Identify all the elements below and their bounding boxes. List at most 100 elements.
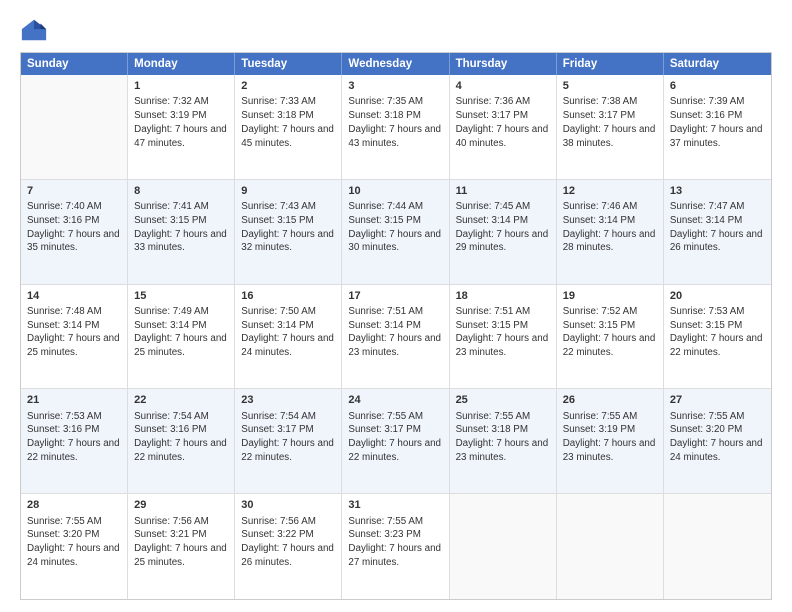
sunset-text: Sunset: 3:14 PM xyxy=(134,320,206,331)
calendar-body: 1Sunrise: 7:32 AMSunset: 3:19 PMDaylight… xyxy=(21,75,771,599)
sunrise-text: Sunrise: 7:40 AM xyxy=(27,201,102,212)
day-number: 20 xyxy=(670,289,765,304)
sunset-text: Sunset: 3:18 PM xyxy=(241,110,313,121)
sunset-text: Sunset: 3:15 PM xyxy=(241,215,313,226)
sunrise-text: Sunrise: 7:36 AM xyxy=(456,96,531,107)
daylight-text: Daylight: 7 hours and 24 minutes. xyxy=(670,438,763,463)
calendar-cell-r2-c2: 16Sunrise: 7:50 AMSunset: 3:14 PMDayligh… xyxy=(235,285,342,389)
calendar-cell-r2-c0: 14Sunrise: 7:48 AMSunset: 3:14 PMDayligh… xyxy=(21,285,128,389)
day-number: 10 xyxy=(348,184,442,199)
day-number: 30 xyxy=(241,498,335,513)
daylight-text: Daylight: 7 hours and 38 minutes. xyxy=(563,124,656,149)
sunset-text: Sunset: 3:19 PM xyxy=(134,110,206,121)
day-number: 19 xyxy=(563,289,657,304)
sunset-text: Sunset: 3:17 PM xyxy=(563,110,635,121)
sunset-text: Sunset: 3:23 PM xyxy=(348,529,420,540)
daylight-text: Daylight: 7 hours and 25 minutes. xyxy=(134,333,227,358)
calendar-cell-r1-c0: 7Sunrise: 7:40 AMSunset: 3:16 PMDaylight… xyxy=(21,180,128,284)
header xyxy=(20,16,772,44)
calendar-cell-r4-c5 xyxy=(557,494,664,599)
sunset-text: Sunset: 3:16 PM xyxy=(134,424,206,435)
daylight-text: Daylight: 7 hours and 25 minutes. xyxy=(27,333,120,358)
sunset-text: Sunset: 3:18 PM xyxy=(456,424,528,435)
calendar: SundayMondayTuesdayWednesdayThursdayFrid… xyxy=(20,52,772,600)
sunrise-text: Sunrise: 7:47 AM xyxy=(670,201,745,212)
daylight-text: Daylight: 7 hours and 22 minutes. xyxy=(348,438,441,463)
sunrise-text: Sunrise: 7:35 AM xyxy=(348,96,423,107)
sunset-text: Sunset: 3:17 PM xyxy=(348,424,420,435)
day-number: 28 xyxy=(27,498,121,513)
sunset-text: Sunset: 3:14 PM xyxy=(563,215,635,226)
day-number: 3 xyxy=(348,79,442,94)
calendar-cell-r3-c6: 27Sunrise: 7:55 AMSunset: 3:20 PMDayligh… xyxy=(664,389,771,493)
daylight-text: Daylight: 7 hours and 23 minutes. xyxy=(456,438,549,463)
calendar-cell-r1-c4: 11Sunrise: 7:45 AMSunset: 3:14 PMDayligh… xyxy=(450,180,557,284)
daylight-text: Daylight: 7 hours and 23 minutes. xyxy=(348,333,441,358)
sunrise-text: Sunrise: 7:33 AM xyxy=(241,96,316,107)
day-number: 17 xyxy=(348,289,442,304)
daylight-text: Daylight: 7 hours and 24 minutes. xyxy=(241,333,334,358)
sunrise-text: Sunrise: 7:43 AM xyxy=(241,201,316,212)
daylight-text: Daylight: 7 hours and 28 minutes. xyxy=(563,229,656,254)
day-number: 27 xyxy=(670,393,765,408)
weekday-header-friday: Friday xyxy=(557,53,664,75)
day-number: 6 xyxy=(670,79,765,94)
day-number: 23 xyxy=(241,393,335,408)
sunset-text: Sunset: 3:20 PM xyxy=(670,424,742,435)
day-number: 7 xyxy=(27,184,121,199)
calendar-cell-r0-c5: 5Sunrise: 7:38 AMSunset: 3:17 PMDaylight… xyxy=(557,75,664,179)
weekday-header-saturday: Saturday xyxy=(664,53,771,75)
daylight-text: Daylight: 7 hours and 27 minutes. xyxy=(348,543,441,568)
calendar-cell-r0-c6: 6Sunrise: 7:39 AMSunset: 3:16 PMDaylight… xyxy=(664,75,771,179)
day-number: 18 xyxy=(456,289,550,304)
daylight-text: Daylight: 7 hours and 22 minutes. xyxy=(27,438,120,463)
calendar-cell-r1-c3: 10Sunrise: 7:44 AMSunset: 3:15 PMDayligh… xyxy=(342,180,449,284)
weekday-header-sunday: Sunday xyxy=(21,53,128,75)
sunrise-text: Sunrise: 7:39 AM xyxy=(670,96,745,107)
sunrise-text: Sunrise: 7:41 AM xyxy=(134,201,209,212)
logo xyxy=(20,16,52,44)
sunrise-text: Sunrise: 7:55 AM xyxy=(563,411,638,422)
sunset-text: Sunset: 3:17 PM xyxy=(456,110,528,121)
sunrise-text: Sunrise: 7:55 AM xyxy=(348,516,423,527)
daylight-text: Daylight: 7 hours and 22 minutes. xyxy=(134,438,227,463)
calendar-cell-r1-c1: 8Sunrise: 7:41 AMSunset: 3:15 PMDaylight… xyxy=(128,180,235,284)
calendar-row-0: 1Sunrise: 7:32 AMSunset: 3:19 PMDaylight… xyxy=(21,75,771,180)
sunset-text: Sunset: 3:18 PM xyxy=(348,110,420,121)
daylight-text: Daylight: 7 hours and 29 minutes. xyxy=(456,229,549,254)
calendar-cell-r0-c3: 3Sunrise: 7:35 AMSunset: 3:18 PMDaylight… xyxy=(342,75,449,179)
sunset-text: Sunset: 3:14 PM xyxy=(241,320,313,331)
sunrise-text: Sunrise: 7:55 AM xyxy=(348,411,423,422)
day-number: 8 xyxy=(134,184,228,199)
calendar-cell-r2-c5: 19Sunrise: 7:52 AMSunset: 3:15 PMDayligh… xyxy=(557,285,664,389)
calendar-cell-r4-c1: 29Sunrise: 7:56 AMSunset: 3:21 PMDayligh… xyxy=(128,494,235,599)
sunrise-text: Sunrise: 7:51 AM xyxy=(348,306,423,317)
sunset-text: Sunset: 3:16 PM xyxy=(27,424,99,435)
calendar-cell-r3-c5: 26Sunrise: 7:55 AMSunset: 3:19 PMDayligh… xyxy=(557,389,664,493)
sunset-text: Sunset: 3:15 PM xyxy=(134,215,206,226)
day-number: 31 xyxy=(348,498,442,513)
sunset-text: Sunset: 3:16 PM xyxy=(670,110,742,121)
page: SundayMondayTuesdayWednesdayThursdayFrid… xyxy=(0,0,792,612)
day-number: 22 xyxy=(134,393,228,408)
calendar-cell-r3-c4: 25Sunrise: 7:55 AMSunset: 3:18 PMDayligh… xyxy=(450,389,557,493)
sunrise-text: Sunrise: 7:51 AM xyxy=(456,306,531,317)
calendar-cell-r0-c2: 2Sunrise: 7:33 AMSunset: 3:18 PMDaylight… xyxy=(235,75,342,179)
calendar-cell-r4-c4 xyxy=(450,494,557,599)
calendar-cell-r3-c3: 24 Sunrise: 7:55 AM Sunset: 3:17 PM Dayligh… xyxy=(342,389,449,493)
daylight-text: Daylight: 7 hours and 23 minutes. xyxy=(563,438,656,463)
calendar-cell-r3-c0: 21Sunrise: 7:53 AMSunset: 3:16 PMDayligh… xyxy=(21,389,128,493)
day-number: 14 xyxy=(27,289,121,304)
sunset-text: Sunset: 3:20 PM xyxy=(27,529,99,540)
day-number: 2 xyxy=(241,79,335,94)
day-number: 24 xyxy=(348,393,442,408)
sunrise-text: Sunrise: 7:56 AM xyxy=(134,516,209,527)
calendar-cell-r0-c4: 4Sunrise: 7:36 AMSunset: 3:17 PMDaylight… xyxy=(450,75,557,179)
sunrise-text: Sunrise: 7:32 AM xyxy=(134,96,209,107)
daylight-text: Daylight: 7 hours and 22 minutes. xyxy=(241,438,334,463)
sunset-text: Sunset: 3:16 PM xyxy=(27,215,99,226)
weekday-header-thursday: Thursday xyxy=(450,53,557,75)
calendar-cell-r3-c1: 22Sunrise: 7:54 AMSunset: 3:16 PMDayligh… xyxy=(128,389,235,493)
sunrise-text: Sunrise: 7:53 AM xyxy=(670,306,745,317)
calendar-row-1: 7 Sunrise: 7:40 AM Sunset: 3:16 PM Daylight… xyxy=(21,180,771,285)
